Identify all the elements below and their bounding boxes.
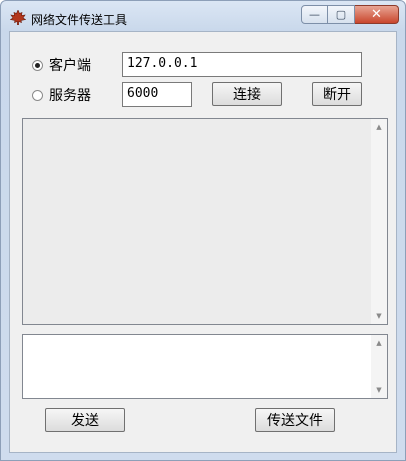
scroll-down-icon[interactable]: ▼ [371, 382, 387, 398]
minimize-icon: — [309, 8, 320, 21]
client-area: 客户端 服务器 127.0.0.1 6000 连接 断开 ▲ ▼ ▲ ▼ 发送 … [9, 31, 397, 453]
server-radio-label[interactable]: 服务器 [49, 85, 91, 105]
minimize-button[interactable]: — [301, 5, 328, 24]
maximize-icon: ▢ [335, 8, 347, 21]
message-input-content[interactable] [23, 335, 371, 398]
connect-button-label: 连接 [233, 87, 261, 103]
app-window: 网络文件传送工具 — ▢ ✕ 客户端 服务器 127.0.0.1 6000 连接… [0, 0, 406, 461]
message-log-content [23, 119, 371, 324]
close-icon: ✕ [371, 7, 382, 22]
port-field[interactable]: 6000 [122, 82, 192, 107]
client-radio-indicator[interactable] [32, 59, 43, 71]
close-button[interactable]: ✕ [355, 5, 399, 24]
send-button[interactable]: 发送 [45, 408, 125, 432]
server-radio[interactable]: 服务器 [32, 85, 91, 105]
caption-buttons: — ▢ ✕ [301, 5, 399, 25]
maple-leaf-icon [10, 10, 26, 25]
client-radio[interactable]: 客户端 [32, 55, 91, 75]
disconnect-button[interactable]: 断开 [312, 82, 362, 106]
maximize-button[interactable]: ▢ [328, 5, 355, 24]
scroll-up-icon[interactable]: ▲ [371, 335, 387, 351]
send-button-label: 发送 [71, 413, 99, 429]
scroll-down-icon[interactable]: ▼ [371, 308, 387, 324]
connect-button[interactable]: 连接 [212, 82, 282, 106]
window-title: 网络文件传送工具 [31, 13, 128, 27]
server-radio-indicator[interactable] [32, 89, 43, 101]
message-input[interactable]: ▲ ▼ [22, 334, 388, 399]
client-radio-label[interactable]: 客户端 [49, 55, 91, 75]
send-file-button[interactable]: 传送文件 [255, 408, 335, 432]
message-log-scrollbar[interactable]: ▲ ▼ [371, 119, 387, 324]
disconnect-button-label: 断开 [323, 87, 351, 103]
message-log[interactable]: ▲ ▼ [22, 118, 388, 325]
ip-address-field[interactable]: 127.0.0.1 [122, 52, 362, 77]
scroll-up-icon[interactable]: ▲ [371, 119, 387, 135]
send-file-button-label: 传送文件 [267, 413, 323, 429]
message-input-scrollbar[interactable]: ▲ ▼ [371, 335, 387, 398]
title-bar[interactable]: 网络文件传送工具 — ▢ ✕ [1, 1, 405, 31]
radio-selected-dot [35, 62, 40, 68]
